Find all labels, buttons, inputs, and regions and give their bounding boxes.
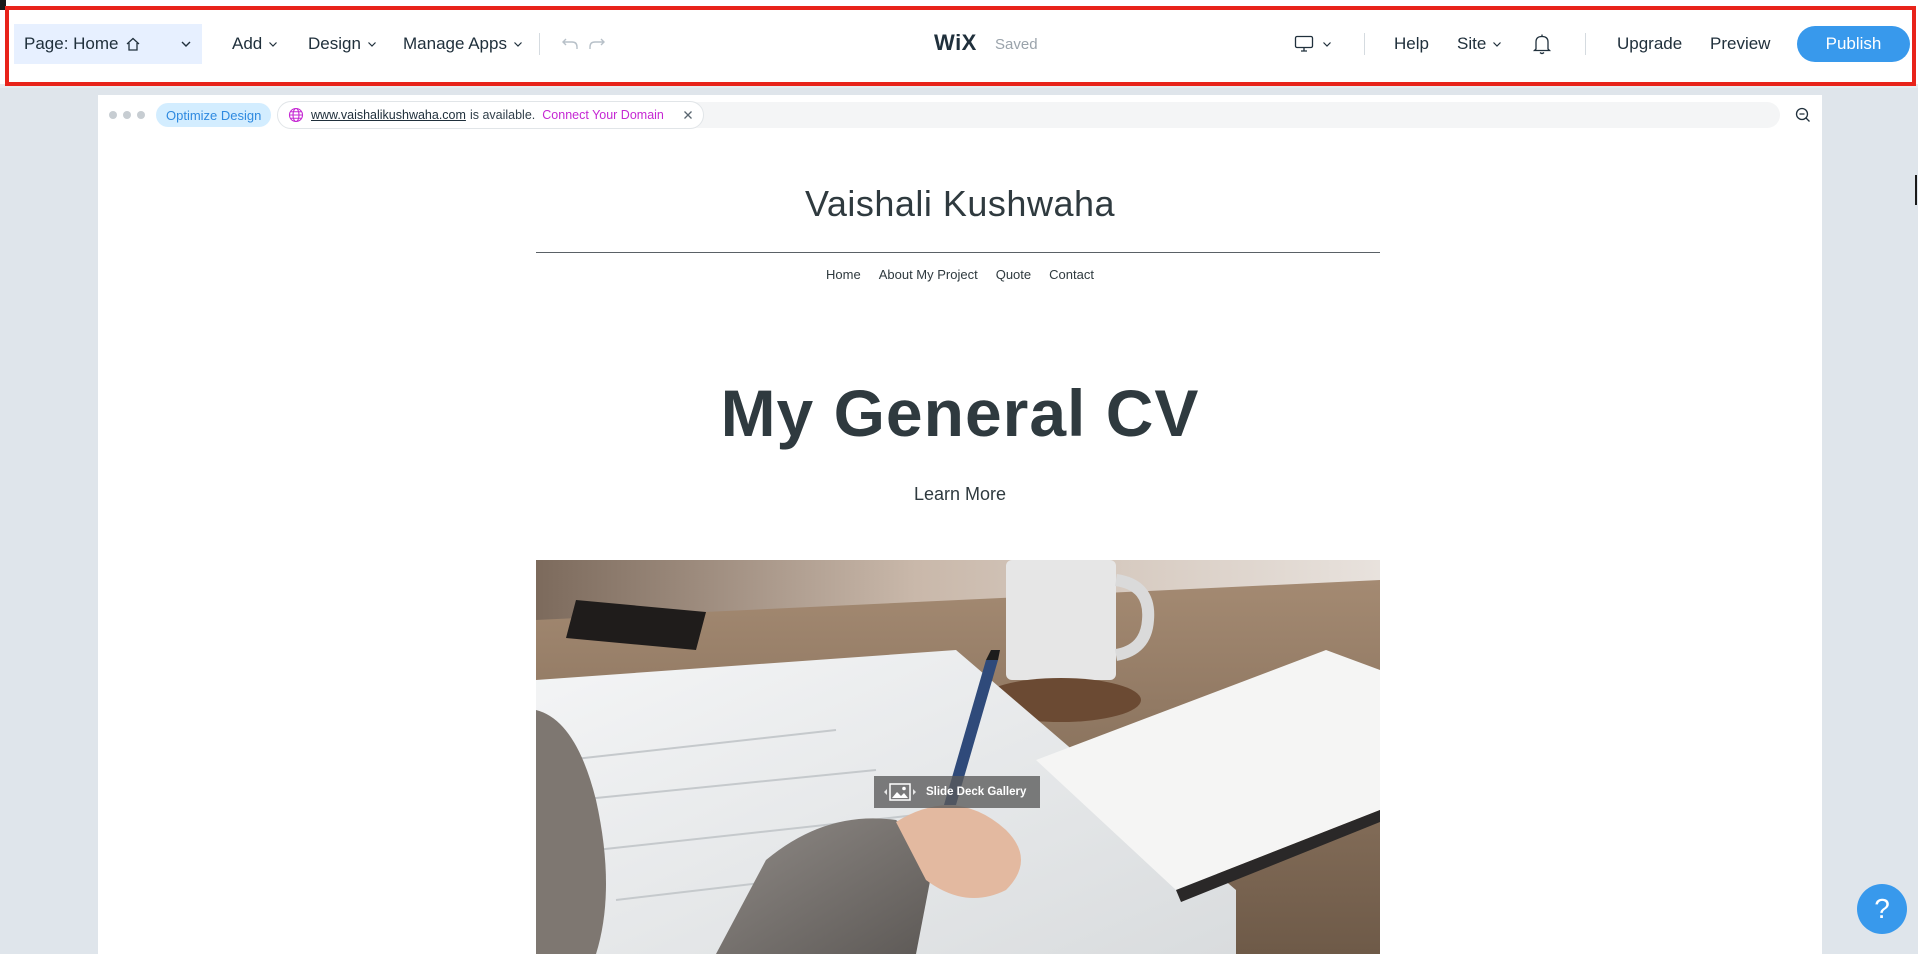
close-icon[interactable] — [683, 110, 693, 120]
slide-deck-gallery[interactable]: Slide Deck Gallery — [536, 560, 1380, 954]
design-menu[interactable]: Design — [308, 30, 377, 58]
site-name-heading[interactable]: Vaishali Kushwaha — [98, 183, 1822, 225]
toolbar-divider — [1585, 33, 1586, 55]
chevron-down-icon — [514, 42, 522, 47]
gallery-photo — [536, 560, 1380, 954]
toolbar-divider — [1364, 33, 1365, 55]
site-navigation: Home About My Project Quote Contact — [98, 267, 1822, 282]
add-menu[interactable]: Add — [232, 30, 278, 58]
design-menu-label: Design — [308, 34, 361, 53]
zoom-out-icon[interactable] — [1795, 107, 1811, 123]
chevron-down-icon — [367, 42, 376, 47]
browser-frame-bar: Optimize Design www.vaishalikushwaha.com… — [98, 95, 1822, 131]
learn-more-button[interactable]: Learn More — [914, 484, 1006, 504]
site-menu[interactable]: Site — [1457, 30, 1502, 58]
window-dot — [109, 111, 117, 119]
nav-item-quote[interactable]: Quote — [996, 267, 1031, 282]
site-menu-label: Site — [1457, 34, 1487, 53]
gallery-image-icon — [884, 783, 916, 801]
save-status: Saved — [995, 36, 1038, 53]
chevron-down-icon — [181, 41, 191, 47]
chevron-down-icon — [1493, 42, 1502, 47]
hero-title[interactable]: My General CV — [98, 375, 1822, 451]
help-menu[interactable]: Help — [1394, 30, 1429, 58]
add-menu-label: Add — [232, 34, 263, 53]
window-dots — [109, 111, 145, 119]
globe-icon — [288, 107, 304, 123]
device-toggle[interactable] — [1294, 33, 1334, 55]
editor-canvas: Optimize Design www.vaishalikushwaha.com… — [98, 95, 1822, 954]
preview-label: Preview — [1710, 34, 1771, 53]
learn-more-section: Learn More — [98, 484, 1822, 505]
help-menu-label: Help — [1394, 34, 1429, 53]
nav-item-about-my-project[interactable]: About My Project — [879, 267, 978, 282]
nav-item-contact[interactable]: Contact — [1049, 267, 1094, 282]
page-selector[interactable]: Page: Home — [14, 24, 202, 64]
chevron-down-icon — [1323, 42, 1331, 47]
chevron-down-icon — [269, 42, 278, 47]
connect-domain-link[interactable]: Connect Your Domain — [542, 108, 664, 122]
window-dot — [123, 111, 131, 119]
window-dot — [137, 111, 145, 119]
undo-icon[interactable] — [560, 33, 580, 53]
window-corner-mark — [0, 0, 6, 10]
editor-top-bar: Page: Home Add Design Manage Apps WiX Sa… — [0, 0, 1918, 88]
upgrade-label: Upgrade — [1617, 34, 1683, 53]
manage-apps-menu[interactable]: Manage Apps — [403, 30, 523, 58]
preview-button[interactable]: Preview — [1710, 30, 1770, 58]
optimize-design-button[interactable]: Optimize Design — [156, 103, 272, 127]
help-icon[interactable]: ? — [1857, 884, 1907, 934]
manage-apps-menu-label: Manage Apps — [403, 34, 507, 53]
gallery-badge-label: Slide Deck Gallery — [926, 786, 1027, 798]
upgrade-button[interactable]: Upgrade — [1617, 30, 1682, 58]
nav-item-home[interactable]: Home — [826, 267, 861, 282]
gallery-badge[interactable]: Slide Deck Gallery — [874, 776, 1040, 808]
desktop-icon — [1294, 35, 1314, 52]
toolbar-shadow — [0, 84, 1918, 88]
scrollbar-mark — [1915, 175, 1917, 205]
domain-url-link[interactable]: www.vaishalikushwaha.com — [311, 108, 466, 122]
redo-icon[interactable] — [587, 33, 607, 53]
wix-logo: WiX — [934, 30, 977, 55]
header-divider-line — [536, 252, 1380, 253]
publish-button[interactable]: Publish — [1797, 26, 1910, 62]
toolbar-divider — [539, 33, 540, 55]
domain-availability-text: is available. — [469, 108, 536, 122]
page-selector-label: Page: Home — [24, 34, 119, 53]
bell-icon[interactable] — [1532, 33, 1552, 55]
domain-availability-pill: www.vaishalikushwaha.com is available. C… — [277, 101, 704, 129]
home-icon — [126, 37, 139, 51]
